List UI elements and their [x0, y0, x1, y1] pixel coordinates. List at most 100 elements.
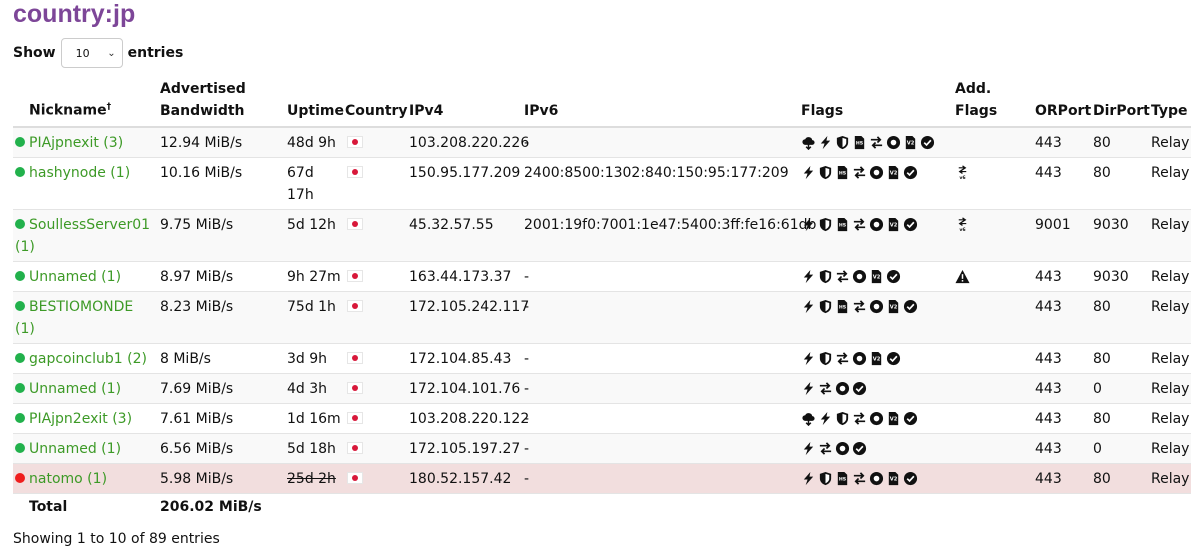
type-cell: Relay: [1149, 343, 1191, 374]
table-row[interactable]: natomo (1) 5.98 MiB/s 25d 2h 180.52.157.…: [13, 463, 1191, 494]
flags-cell: HS V2: [799, 463, 953, 494]
ipv6-cell: -: [522, 261, 799, 292]
entries-select[interactable]: 10 ⌄: [60, 38, 123, 68]
relay-link[interactable]: gapcoinclub1: [29, 351, 123, 367]
flags-cell: [799, 373, 953, 404]
family-count[interactable]: (1): [15, 321, 35, 337]
bandwidth-cell: 7.69 MiB/s: [158, 373, 285, 404]
ipv4-cell: 172.105.242.117: [407, 291, 529, 344]
type-cell: Relay: [1149, 209, 1191, 262]
family-count[interactable]: (1): [87, 471, 107, 487]
nickname-cell: gapcoinclub1 (2): [13, 343, 158, 374]
table-row[interactable]: BESTIOMONDE (1) 8.23 MiB/s 75d 1h 172.10…: [13, 291, 1191, 344]
hsdir-icon: HS: [835, 299, 850, 314]
col-dirport[interactable]: DirPort: [1091, 78, 1150, 128]
relay-link[interactable]: BESTIOMONDE: [29, 299, 133, 315]
country-cell: [343, 343, 407, 374]
orport-cell: 443: [1033, 261, 1091, 292]
v2dir-icon: V2: [886, 165, 901, 180]
bandwidth-cell: 9.75 MiB/s: [158, 209, 285, 262]
table-row[interactable]: hashynode (1) 10.16 MiB/s 67d 17h 150.95…: [13, 157, 1191, 210]
family-count[interactable]: (3): [103, 135, 123, 151]
fast-icon: [801, 269, 816, 284]
guard-icon: [835, 135, 850, 150]
family-count[interactable]: (1): [110, 165, 130, 181]
fast-icon: [801, 381, 816, 396]
table-row[interactable]: Unnamed (1) 8.97 MiB/s 9h 27m 163.44.173…: [13, 261, 1191, 292]
col-type[interactable]: Type: [1149, 78, 1191, 128]
table-row[interactable]: PIAjpn2exit (3) 7.61 MiB/s 1d 16m 103.20…: [13, 403, 1191, 434]
col-addflags[interactable]: Add. Flags: [953, 78, 1033, 128]
entries-label: entries: [127, 45, 184, 61]
country-cell: [343, 127, 407, 158]
relay-link[interactable]: Unnamed: [29, 269, 97, 285]
table-row[interactable]: Unnamed (1) 7.69 MiB/s 4d 3h 172.104.101…: [13, 373, 1191, 404]
relay-link[interactable]: natomo: [29, 471, 83, 487]
col-bandwidth[interactable]: Advertised Bandwidth: [158, 78, 285, 128]
svg-text:V2: V2: [890, 170, 898, 176]
status-dot: [15, 137, 25, 147]
col-country[interactable]: Country: [343, 78, 408, 128]
family-count[interactable]: (3): [112, 411, 132, 427]
ipv4-cell: 172.104.101.76: [407, 373, 522, 404]
status-dot: [15, 301, 25, 311]
valid-icon: [852, 441, 867, 456]
v2dir-icon: V2: [886, 299, 901, 314]
col-ipv4[interactable]: IPv4: [407, 78, 522, 128]
hsdir-icon: HS: [835, 165, 850, 180]
addflags-cell: [953, 127, 1033, 158]
bandwidth-cell: 10.16 MiB/s: [158, 157, 285, 210]
family-count[interactable]: (2): [127, 351, 147, 367]
flags-cell: V2: [799, 261, 953, 292]
relay-link[interactable]: PIAjpnexit: [29, 135, 99, 151]
ipv4-cell: 103.208.220.226: [407, 127, 529, 158]
fast-icon: [801, 441, 816, 456]
col-orport[interactable]: ORPort: [1033, 78, 1091, 128]
col-flags[interactable]: Flags: [799, 78, 953, 128]
table-row[interactable]: PIAjpnexit (3) 12.94 MiB/s 48d 9h 103.20…: [13, 127, 1191, 158]
japan-flag-icon: [347, 166, 363, 178]
v2dir-icon: V2: [886, 411, 901, 426]
ipv6-cell: -: [522, 127, 799, 158]
type-cell: Relay: [1149, 157, 1191, 210]
col-nickname[interactable]: Nickname†: [13, 78, 158, 128]
country-cell: [343, 261, 407, 292]
stable-icon: [835, 441, 850, 456]
fast-icon: [801, 165, 816, 180]
bandwidth-cell: 8 MiB/s: [158, 343, 285, 374]
valid-icon: [903, 471, 918, 486]
table-row[interactable]: Unnamed (1) 6.56 MiB/s 5d 18h 172.105.19…: [13, 433, 1191, 464]
ipv4-cell: 172.104.85.43: [407, 343, 522, 374]
type-cell: Relay: [1149, 463, 1191, 494]
nickname-cell: Unnamed (1): [13, 261, 158, 292]
dirport-cell: 9030: [1091, 209, 1149, 262]
col-uptime[interactable]: Uptime: [285, 78, 344, 128]
status-dot: [15, 383, 25, 393]
family-count[interactable]: (1): [15, 239, 35, 255]
family-count[interactable]: (1): [101, 269, 121, 285]
addflags-cell: [953, 373, 1033, 404]
relay-link[interactable]: PIAjpn2exit: [29, 411, 108, 427]
japan-flag-icon: [347, 412, 363, 424]
table-row[interactable]: gapcoinclub1 (2) 8 MiB/s 3d 9h 172.104.8…: [13, 343, 1191, 374]
addflags-cell: [953, 463, 1033, 494]
uptime-cell: 3d 9h: [285, 343, 343, 374]
ipv6-cell: -: [522, 373, 799, 404]
valid-icon: [852, 381, 867, 396]
stable-icon: [886, 135, 901, 150]
family-count[interactable]: (1): [101, 381, 121, 397]
country-cell: [343, 433, 407, 464]
relay-link[interactable]: SoullessServer01: [29, 217, 150, 233]
relay-link[interactable]: hashynode: [29, 165, 106, 181]
v2dir-icon: V2: [886, 217, 901, 232]
dirport-cell: 80: [1091, 157, 1149, 210]
table-row[interactable]: SoullessServer01 (1) 9.75 MiB/s 5d 12h 4…: [13, 209, 1191, 262]
col-ipv6[interactable]: IPv6: [522, 78, 799, 128]
relay-link[interactable]: Unnamed: [29, 381, 97, 397]
family-count[interactable]: (1): [101, 441, 121, 457]
svg-text:v6: v6: [959, 227, 965, 232]
fast-icon: [818, 411, 833, 426]
relay-link[interactable]: Unnamed: [29, 441, 97, 457]
guard-icon: [818, 471, 833, 486]
nickname-cell: SoullessServer01 (1): [13, 209, 158, 262]
